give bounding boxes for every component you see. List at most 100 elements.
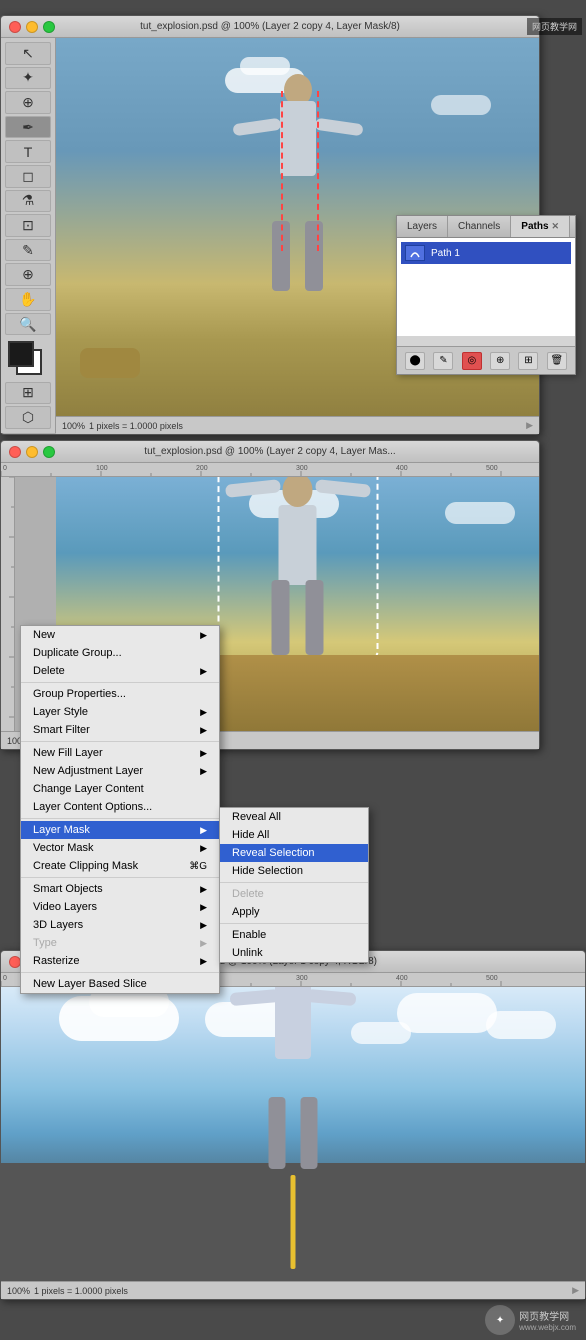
lasso-tool[interactable]: ⊕ — [5, 91, 51, 114]
scroll-arrow-3[interactable]: ▶ — [572, 1285, 579, 1296]
menu-new[interactable]: New ▶ — [21, 626, 219, 644]
submenu-unlink-label: Unlink — [232, 947, 263, 959]
menu-smart-objects[interactable]: Smart Objects ▶ — [21, 880, 219, 898]
watermark-bottom: ✦ 网页教学网 www.webjx.com — [485, 1305, 576, 1335]
menu-smart-filter-arrow: ▶ — [200, 725, 207, 736]
selection-line-left-1 — [281, 91, 283, 251]
canvas-area-3 — [1, 987, 585, 1281]
watermark-top: 网页教学网 — [527, 18, 582, 35]
hand-tool[interactable]: ✋ — [5, 288, 51, 311]
menu-change-layer-content[interactable]: Change Layer Content — [21, 780, 219, 798]
close-button-2[interactable] — [9, 446, 21, 458]
selection-line-right-1 — [317, 91, 319, 251]
menu-duplicate-group[interactable]: Duplicate Group... — [21, 644, 219, 662]
eyedropper-tool[interactable]: ⚗ — [5, 190, 51, 213]
tab-layers[interactable]: Layers — [397, 216, 448, 237]
color-picker[interactable] — [8, 341, 48, 375]
menu-new-adj-arrow: ▶ — [200, 766, 207, 777]
submenu-layer-mask: Reveal All Hide All Reveal Selection Hid… — [219, 807, 369, 963]
menu-rasterize[interactable]: Rasterize ▶ — [21, 952, 219, 970]
menu-create-clipping-mask[interactable]: Create Clipping Mask ⌘G — [21, 857, 219, 875]
new-path-button[interactable]: ⊞ — [518, 352, 538, 370]
paths-panel: Layers Channels Paths ✕ Path 1 ⬤ ✎ ◎ ⊕ ⊞… — [396, 215, 576, 375]
person-leg-right-1 — [305, 221, 323, 291]
path-item-1[interactable]: Path 1 — [401, 242, 571, 264]
tab-channels[interactable]: Channels — [448, 216, 511, 237]
make-path-button[interactable]: ⊕ — [490, 352, 510, 370]
clone-tool[interactable]: ⊕ — [5, 263, 51, 286]
pen-tool[interactable]: ✒ — [5, 116, 51, 139]
fill-path-button[interactable]: ⬤ — [405, 352, 425, 370]
submenu-hide-selection[interactable]: Hide Selection — [220, 862, 368, 880]
zoom-tool[interactable]: 🔍 — [5, 313, 51, 336]
submenu-hide-all[interactable]: Hide All — [220, 826, 368, 844]
type-tool[interactable]: T — [5, 140, 51, 163]
svg-text:0: 0 — [3, 975, 7, 982]
scroll-arrow-1[interactable]: ▶ — [526, 420, 533, 431]
minimize-button-1[interactable] — [26, 21, 38, 33]
menu-new-layer-slice[interactable]: New Layer Based Slice — [21, 975, 219, 993]
screen-mode-tool[interactable]: ⬡ — [5, 406, 51, 429]
menu-delete[interactable]: Delete ▶ — [21, 662, 219, 680]
eraser-tool[interactable]: ⊡ — [5, 214, 51, 237]
menu-new-arrow: ▶ — [200, 630, 207, 641]
foreground-color[interactable] — [8, 341, 34, 367]
submenu-unlink[interactable]: Unlink — [220, 944, 368, 962]
menu-vector-mask[interactable]: Vector Mask ▶ — [21, 839, 219, 857]
menu-new-fill-layer[interactable]: New Fill Layer ▶ — [21, 744, 219, 762]
person-arm-left-3 — [230, 989, 281, 1006]
person-body-1 — [280, 101, 316, 176]
submenu-enable-label: Enable — [232, 929, 266, 941]
minimize-button-2[interactable] — [26, 446, 38, 458]
menu-delete-arrow: ▶ — [200, 666, 207, 677]
menu-smart-filter[interactable]: Smart Filter ▶ — [21, 721, 219, 739]
quick-mask-tool[interactable]: ⊞ — [5, 382, 51, 405]
shape-tool[interactable]: ◻ — [5, 165, 51, 188]
maximize-button-1[interactable] — [43, 21, 55, 33]
delete-path-button[interactable]: 🗑 — [547, 352, 567, 370]
person-leg-right-3 — [300, 1097, 317, 1169]
menu-vector-mask-label: Vector Mask — [33, 842, 94, 854]
menu-smart-objects-label: Smart Objects — [33, 883, 103, 895]
move-tool[interactable]: ✦ — [5, 67, 51, 90]
menu-smart-filter-label: Smart Filter — [33, 724, 90, 736]
zoom-level-1: 100% — [62, 421, 85, 431]
menu-clip-mask-label: Create Clipping Mask — [33, 860, 138, 872]
maximize-button-2[interactable] — [43, 446, 55, 458]
menu-group-properties[interactable]: Group Properties... — [21, 685, 219, 703]
menu-layer-mask[interactable]: Layer Mask ▶ — [21, 821, 219, 839]
menu-layer-style[interactable]: Layer Style ▶ — [21, 703, 219, 721]
menu-video-layers[interactable]: Video Layers ▶ — [21, 898, 219, 916]
watermark-url-text: www.webjx.com — [519, 1323, 576, 1332]
menu-new-layer-slice-label: New Layer Based Slice — [33, 978, 147, 990]
submenu-delete: Delete — [220, 885, 368, 903]
submenu-sep-1 — [220, 882, 368, 883]
brush-tool[interactable]: ✎ — [5, 239, 51, 262]
menu-sep-4 — [21, 877, 219, 878]
svg-text:300: 300 — [296, 465, 308, 472]
menu-delete-label: Delete — [33, 665, 65, 677]
menu-new-adjustment-layer[interactable]: New Adjustment Layer ▶ — [21, 762, 219, 780]
menu-layer-content-options[interactable]: Layer Content Options... — [21, 798, 219, 816]
submenu-reveal-selection[interactable]: Reveal Selection — [220, 844, 368, 862]
submenu-reveal-all[interactable]: Reveal All — [220, 808, 368, 826]
close-button-1[interactable] — [9, 21, 21, 33]
selection-tool[interactable]: ↖ — [5, 42, 51, 65]
pixel-info-3: 1 pixels = 1.0000 pixels — [34, 1286, 128, 1296]
hay-bale-1 — [80, 348, 140, 378]
window3: psd @ 100% (Layer 1 copy 4, RGB/8) 0 100… — [0, 950, 586, 1300]
submenu-hide-all-label: Hide All — [232, 829, 269, 841]
cloud-3 — [431, 95, 491, 115]
load-path-button[interactable]: ◎ — [462, 352, 482, 370]
tab-close-paths[interactable]: ✕ — [552, 221, 560, 232]
submenu-apply-label: Apply — [232, 906, 260, 918]
submenu-apply[interactable]: Apply — [220, 903, 368, 921]
ruler-horizontal-2: 0 100 200 300 400 500 — [1, 463, 539, 477]
road-base-3 — [1, 1163, 585, 1281]
menu-3d-layers[interactable]: 3D Layers ▶ — [21, 916, 219, 934]
stroke-path-button[interactable]: ✎ — [433, 352, 453, 370]
submenu-enable[interactable]: Enable — [220, 926, 368, 944]
submenu-hide-selection-label: Hide Selection — [232, 865, 303, 877]
tab-paths[interactable]: Paths ✕ — [511, 216, 570, 237]
pixel-info-1: 1 pixels = 1.0000 pixels — [89, 421, 183, 431]
